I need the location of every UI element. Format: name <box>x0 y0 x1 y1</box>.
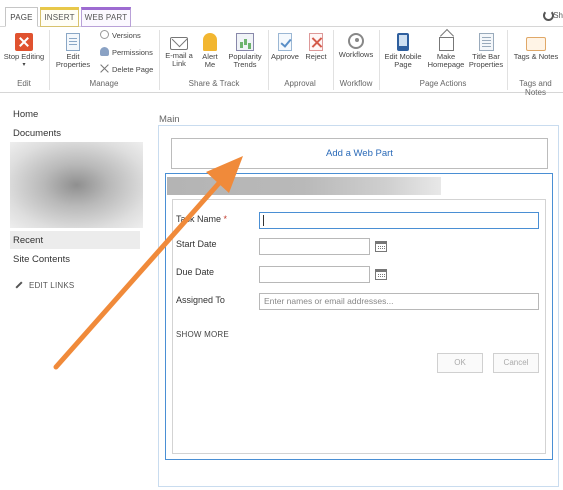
cancel-button[interactable]: Cancel <box>493 353 539 373</box>
calendar-icon[interactable] <box>375 241 387 252</box>
delete-page-label: Delete Page <box>112 65 154 74</box>
title-bar-properties-icon <box>478 33 494 51</box>
make-homepage-label: Make Homepage <box>427 52 465 69</box>
group-divider <box>379 30 380 90</box>
due-date-label: Due Date <box>176 267 215 277</box>
edit-mobile-page-label: Edit Mobile Page <box>384 52 422 69</box>
popularity-trends-button[interactable]: Popularity Trends <box>225 33 265 69</box>
task-name-input[interactable] <box>259 212 539 229</box>
zone-label: Main <box>159 114 180 125</box>
show-more-link[interactable]: SHOW MORE <box>176 330 229 339</box>
assigned-to-input[interactable]: Enter names or email addresses... <box>259 293 539 310</box>
reject-icon <box>309 33 323 51</box>
email-link-button[interactable]: E-mail a Link <box>162 33 196 68</box>
alert-me-button[interactable]: Alert Me <box>197 33 223 69</box>
left-navigation: Home Documents Recent Site Contents EDIT… <box>0 93 150 490</box>
add-web-part-button[interactable]: Add a Web Part <box>171 138 548 169</box>
chevron-down-icon: ▾ <box>22 62 26 68</box>
ribbon: Stop Editing ▾ Edit Edit Properties Vers… <box>0 27 563 97</box>
approve-button[interactable]: Approve <box>270 33 300 61</box>
email-link-label: E-mail a Link <box>165 51 193 68</box>
tags-notes-label: Tags & Notes <box>513 52 559 61</box>
permissions-icon <box>100 47 109 56</box>
edit-links-button[interactable]: EDIT LINKS <box>15 281 74 290</box>
start-date-input[interactable] <box>259 238 370 255</box>
nav-link-home[interactable]: Home <box>13 109 38 120</box>
alert-me-label: Alert Me <box>202 52 218 69</box>
stop-editing-button[interactable]: Stop Editing ▾ <box>2 33 46 69</box>
make-homepage-button[interactable]: Make Homepage <box>426 33 466 69</box>
email-icon <box>170 37 188 50</box>
group-divider <box>333 30 334 90</box>
permissions-button[interactable]: Permissions <box>100 47 153 59</box>
share-label[interactable]: Sh <box>553 11 563 20</box>
versions-label: Versions <box>112 31 141 40</box>
delete-page-button[interactable]: Delete Page <box>100 64 153 76</box>
group-label-manage: Manage <box>89 79 119 88</box>
calendar-icon[interactable] <box>375 269 387 280</box>
edit-properties-label: Edit Properties <box>55 52 91 69</box>
pencil-icon <box>15 281 23 289</box>
edit-mobile-page-button[interactable]: Edit Mobile Page <box>382 33 424 69</box>
edit-properties-icon <box>66 33 80 51</box>
blurred-image-placeholder <box>10 142 143 228</box>
ok-button[interactable]: OK <box>437 353 483 373</box>
home-icon <box>438 37 454 51</box>
group-label-share-track: Share & Track <box>188 79 240 88</box>
stop-editing-icon <box>15 33 33 51</box>
nav-link-site-contents[interactable]: Site Contents <box>13 254 70 265</box>
tags-notes-button[interactable]: Tags & Notes <box>512 33 560 61</box>
title-bar-properties-label: Title Bar Properties <box>468 52 504 69</box>
web-part-title-blurred <box>167 177 441 195</box>
tags-icon <box>526 37 546 51</box>
required-mark: * <box>223 214 228 224</box>
approve-icon <box>278 33 292 51</box>
approve-label: Approve <box>271 52 299 61</box>
versions-icon <box>100 30 109 39</box>
assigned-to-label: Assigned To <box>176 295 225 305</box>
popularity-trends-label: Popularity Trends <box>228 52 262 69</box>
edit-properties-button[interactable]: Edit Properties <box>52 33 94 69</box>
group-divider <box>49 30 50 90</box>
title-bar-properties-button[interactable]: Title Bar Properties <box>467 33 505 69</box>
nav-recent-label: Recent <box>13 235 44 246</box>
delete-icon <box>100 64 109 73</box>
trends-chart-icon <box>236 33 254 51</box>
permissions-label: Permissions <box>112 48 153 57</box>
bell-icon <box>203 33 217 51</box>
nav-link-documents[interactable]: Documents <box>13 128 61 139</box>
tab-page[interactable]: PAGE <box>5 7 38 27</box>
task-name-label-text: Task Name <box>176 214 222 224</box>
group-divider <box>159 30 160 90</box>
text-caret <box>263 215 264 226</box>
group-label-edit: Edit <box>17 79 31 88</box>
group-label-approval: Approval <box>284 79 316 88</box>
nav-item-recent[interactable]: Recent <box>10 231 140 249</box>
versions-button[interactable]: Versions <box>100 30 141 42</box>
reject-label: Reject <box>305 52 327 61</box>
start-date-label: Start Date <box>176 239 217 249</box>
workflows-button[interactable]: Workflows <box>336 33 376 59</box>
stop-editing-label: Stop Editing <box>3 52 45 61</box>
task-name-label: Task Name * <box>176 214 227 224</box>
mobile-page-icon <box>397 33 409 51</box>
tab-web-part[interactable]: WEB PART <box>81 7 131 27</box>
due-date-input[interactable] <box>259 266 370 283</box>
workflows-icon <box>348 33 364 49</box>
group-label-page-actions: Page Actions <box>419 79 467 88</box>
tab-insert[interactable]: INSERT <box>40 7 79 27</box>
group-label-workflow: Workflow <box>339 79 373 88</box>
edit-links-label: EDIT LINKS <box>29 281 75 290</box>
ribbon-tab-strip: PAGE INSERT WEB PART Sh <box>0 0 563 27</box>
group-label-tags-notes: Tags and Notes <box>519 79 552 97</box>
group-divider <box>268 30 269 90</box>
workflows-label: Workflows <box>338 50 374 59</box>
reject-button[interactable]: Reject <box>302 33 330 61</box>
